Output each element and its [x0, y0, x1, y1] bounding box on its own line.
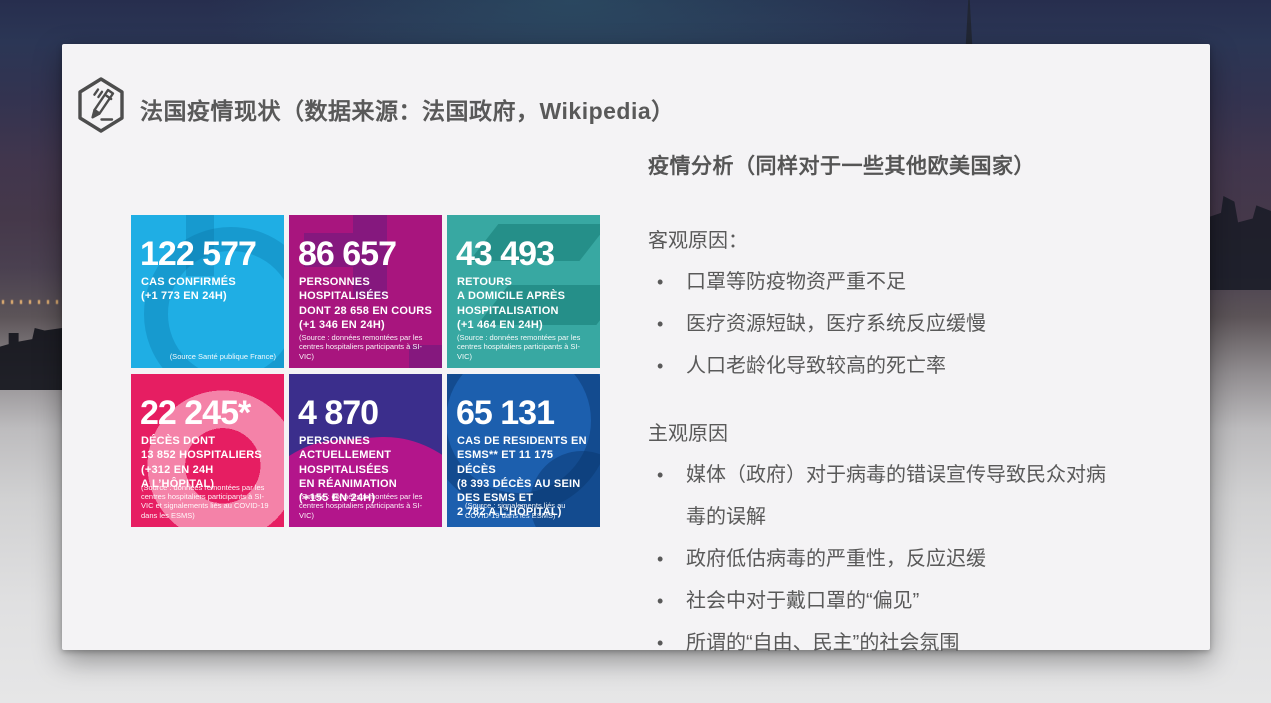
- stat-value: 122 577: [140, 237, 276, 271]
- stat-tile-hospitalisees: 86 657 PERSONNES HOSPITALISÉES DONT 28 6…: [289, 215, 442, 368]
- stat-tiles-grid: 122 577 CAS CONFIRMÉS (+1 773 EN 24H) (S…: [131, 215, 600, 527]
- stat-value: 43 493: [456, 237, 592, 271]
- stat-value: 4 870: [298, 396, 434, 430]
- stat-source: (Source : données remontées par les cent…: [299, 333, 434, 361]
- analysis-heading: 疫情分析（同样对于一些其他欧美国家）: [648, 150, 1118, 180]
- stat-source: (Source : données remontées par les cent…: [457, 333, 592, 361]
- stat-label: PERSONNES HOSPITALISÉES DONT 28 658 EN C…: [299, 275, 434, 332]
- stat-value: 22 245*: [140, 396, 276, 430]
- stat-tile-residents-esms: 65 131 CAS DE RESIDENTS EN ESMS** ET 11 …: [447, 374, 600, 527]
- pencil-hexagon-icon: [75, 76, 127, 139]
- bullet-item: 人口老龄化导致较高的死亡率: [648, 345, 1118, 387]
- stat-value: 86 657: [298, 237, 434, 271]
- bullet-item: 社会中对于戴口罩的“偏见”: [648, 580, 1118, 622]
- stat-value: 65 131: [456, 396, 592, 430]
- stat-label: CAS CONFIRMÉS (+1 773 EN 24H): [141, 275, 276, 304]
- slide-card: 法国疫情现状（数据来源：法国政府，Wikipedia） 122 577 CAS …: [62, 44, 1210, 650]
- stat-source: (Source Santé publique France): [141, 352, 276, 361]
- stat-tile-retours-domicile: 43 493 RETOURS A DOMICILE APRÈS HOSPITAL…: [447, 215, 600, 368]
- bullet-item: 媒体（政府）对于病毒的错误宣传导致民众对病毒的误解: [648, 454, 1118, 538]
- bullet-item: 所谓的“自由、民主”的社会氛围: [648, 622, 1118, 664]
- stat-tile-reanimation: 4 870 PERSONNES ACTUELLEMENT HOSPITALISÉ…: [289, 374, 442, 527]
- stat-source: (Source : signalements liés au COVID-19 …: [465, 501, 592, 520]
- bullet-item: 口罩等防疫物资严重不足: [648, 261, 1118, 303]
- bullet-item: 政府低估病毒的严重性，反应迟缓: [648, 538, 1118, 580]
- stat-label: RETOURS A DOMICILE APRÈS HOSPITALISATION…: [457, 275, 592, 332]
- right-skyline-silhouette: [1210, 196, 1271, 290]
- slide-title: 法国疫情现状（数据来源：法国政府，Wikipedia）: [140, 92, 675, 126]
- stat-source: (Source : données remontées par les cent…: [299, 492, 434, 520]
- stat-tile-cas-confirmes: 122 577 CAS CONFIRMÉS (+1 773 EN 24H) (S…: [131, 215, 284, 368]
- tv-tower-silhouette: [963, 0, 975, 47]
- left-skyline-silhouette: [0, 328, 62, 390]
- subjective-reasons-title: 主观原因: [648, 417, 1118, 446]
- subjective-reasons-list: 媒体（政府）对于病毒的错误宣传导致民众对病毒的误解 政府低估病毒的严重性，反应迟…: [648, 454, 1118, 664]
- stat-source: (Source : données remontées par les cent…: [141, 483, 276, 521]
- bridge-lights: [2, 300, 60, 304]
- stat-tile-deces: 22 245* DÉCÈS DONT 13 852 HOSPITALIERS (…: [131, 374, 284, 527]
- objective-reasons-list: 口罩等防疫物资严重不足 医疗资源短缺，医疗系统反应缓慢 人口老龄化导致较高的死亡…: [648, 261, 1118, 387]
- analysis-panel: 疫情分析（同样对于一些其他欧美国家） 客观原因： 口罩等防疫物资严重不足 医疗资…: [648, 150, 1118, 664]
- bullet-item: 医疗资源短缺，医疗系统反应缓慢: [648, 303, 1118, 345]
- objective-reasons-title: 客观原因：: [648, 224, 1118, 253]
